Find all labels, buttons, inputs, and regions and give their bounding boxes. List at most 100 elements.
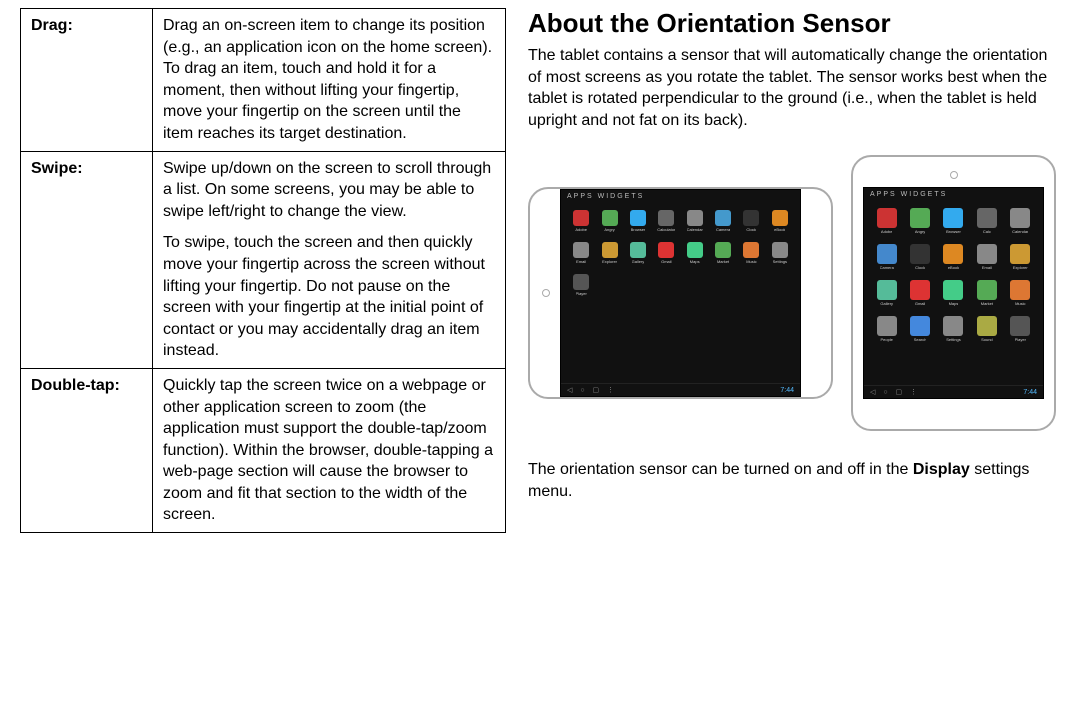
app-icon-graphic <box>910 280 930 300</box>
clock-text: 7:44 <box>1023 389 1037 396</box>
app-icon-graphic <box>573 274 589 290</box>
gesture-desc-paragraph: To swipe, touch the screen and then quic… <box>163 232 495 362</box>
camera-icon <box>950 171 958 179</box>
camera-icon <box>542 289 550 297</box>
app-icon: Settings <box>768 239 792 267</box>
app-icon-label: Adobe <box>575 227 587 232</box>
app-icon-label: Player <box>1015 337 1026 342</box>
app-icon-label: Search <box>914 337 927 342</box>
gesture-description: Swipe up/down on the screen to scroll th… <box>153 151 506 368</box>
app-icon: Player <box>569 271 593 299</box>
app-icon-label: Explorer <box>1013 265 1028 270</box>
app-icon-label: Market <box>717 259 729 264</box>
app-icon: Player <box>1006 313 1035 345</box>
app-icon-graphic <box>687 242 703 258</box>
app-icon-label: Gallery <box>880 301 893 306</box>
app-icon: Gallery <box>872 277 901 309</box>
app-icon-label: Music <box>746 259 756 264</box>
app-icon-label: Calendar <box>687 227 703 232</box>
tablet-portrait: APPS WIDGETS AdobeAngryBrowserCalcCalend… <box>851 155 1056 431</box>
app-icon-graphic <box>943 208 963 228</box>
app-icon-graphic <box>977 316 997 336</box>
app-icon-graphic <box>573 210 589 226</box>
app-icon: Email <box>569 239 593 267</box>
app-icon: Maps <box>683 239 707 267</box>
app-icon-label: Player <box>576 291 587 296</box>
app-icon-graphic <box>630 242 646 258</box>
app-icon-label: Gallery <box>632 259 645 264</box>
gesture-desc-paragraph: Swipe up/down on the screen to scroll th… <box>163 158 495 223</box>
app-icon-label: eBook <box>948 265 959 270</box>
app-icon-graphic <box>910 208 930 228</box>
intro-paragraph: The tablet contains a sensor that will a… <box>528 45 1063 131</box>
gesture-label: Drag: <box>21 9 153 152</box>
app-icon: Clock <box>739 207 763 235</box>
gesture-label: Double-tap: <box>21 368 153 532</box>
app-icon-graphic <box>743 210 759 226</box>
app-icon-label: Angry <box>915 229 925 234</box>
outro-bold: Display <box>913 461 970 478</box>
app-icon: Gmail <box>905 277 934 309</box>
app-icon: Sound <box>972 313 1001 345</box>
app-icon-label: Market <box>981 301 993 306</box>
app-icon: Browser <box>626 207 650 235</box>
app-icon-graphic <box>977 208 997 228</box>
app-icon: Settings <box>939 313 968 345</box>
app-icon-graphic <box>910 244 930 264</box>
app-icon: Music <box>1006 277 1035 309</box>
app-icon: eBook <box>939 241 968 273</box>
app-icon-graphic <box>877 316 897 336</box>
gesture-desc-paragraph: Drag an on-screen item to change its pos… <box>163 15 495 145</box>
app-icon-graphic <box>630 210 646 226</box>
app-icon: Angry <box>905 205 934 237</box>
app-icon: Maps <box>939 277 968 309</box>
gesture-description: Drag an on-screen item to change its pos… <box>153 9 506 152</box>
app-icon: Gmail <box>654 239 678 267</box>
status-bar: ◁ ○ ▢ ⋮ 7:44 <box>864 385 1043 398</box>
app-icon: Angry <box>597 207 621 235</box>
tablet-screen: APPS WIDGETS AdobeAngryBrowserCalculator… <box>560 189 801 397</box>
app-icon-label: Clock <box>915 265 925 270</box>
app-icon-graphic <box>602 242 618 258</box>
app-icon-label: Camera <box>880 265 894 270</box>
app-icon-graphic <box>658 242 674 258</box>
tablet-illustrations: APPS WIDGETS AdobeAngryBrowserCalculator… <box>528 155 1063 431</box>
app-icon-label: People <box>880 337 892 342</box>
app-icon: Market <box>972 277 1001 309</box>
app-icon-label: Email <box>982 265 992 270</box>
app-icon-graphic <box>977 280 997 300</box>
app-icon-label: Calc <box>983 229 991 234</box>
app-icon-label: Gmail <box>661 259 671 264</box>
app-icon: Camera <box>711 207 735 235</box>
app-icon-graphic <box>1010 316 1030 336</box>
clock-text: 7:44 <box>780 387 794 394</box>
app-icon: Adobe <box>569 207 593 235</box>
app-icon-graphic <box>1010 208 1030 228</box>
app-icon-label: Maps <box>949 301 959 306</box>
app-icon: Calendar <box>683 207 707 235</box>
app-icon: Calc <box>972 205 1001 237</box>
app-icon-graphic <box>687 210 703 226</box>
app-icon-graphic <box>943 280 963 300</box>
tablet-landscape: APPS WIDGETS AdobeAngryBrowserCalculator… <box>528 187 833 399</box>
app-grid: Adobe Angry Browser Calculator Calendar Camer… <box>561 203 800 383</box>
app-icon-label: Explorer <box>602 259 617 264</box>
app-icon-graphic <box>1010 244 1030 264</box>
app-icon-graphic <box>1010 280 1030 300</box>
table-row: Swipe:Swipe up/down on the screen to scr… <box>21 151 506 368</box>
app-icon: Search <box>905 313 934 345</box>
app-icon-label: Sound <box>981 337 993 342</box>
table-row: Drag:Drag an on-screen item to change it… <box>21 9 506 152</box>
app-icon: Adobe <box>872 205 901 237</box>
app-icon: Gallery <box>626 239 650 267</box>
app-icon-graphic <box>658 210 674 226</box>
app-icon-graphic <box>943 316 963 336</box>
app-icon-label: Gmail <box>915 301 925 306</box>
app-icon-label: Angry <box>604 227 614 232</box>
app-icon-graphic <box>910 316 930 336</box>
app-icon-label: Calculator <box>657 227 675 232</box>
app-icon-graphic <box>877 280 897 300</box>
app-icon-label: Camera <box>716 227 730 232</box>
app-icon-graphic <box>743 242 759 258</box>
app-icon: Camera <box>872 241 901 273</box>
